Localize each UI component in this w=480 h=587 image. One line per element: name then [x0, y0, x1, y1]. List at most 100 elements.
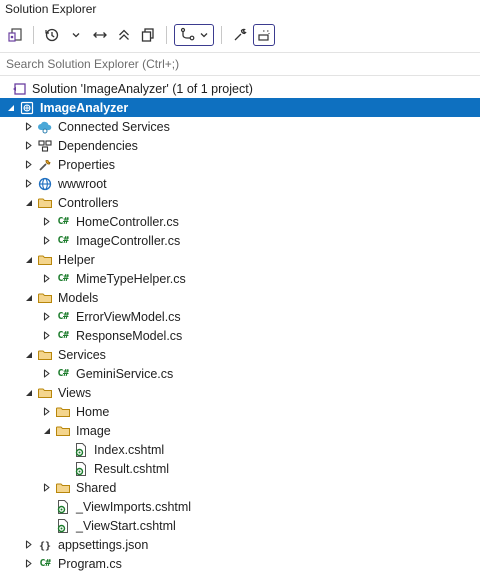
tree-item[interactable]: wwwroot [0, 174, 480, 193]
svg-text:{}: {} [39, 541, 51, 552]
tree-item-label: Shared [76, 480, 117, 495]
solution-explorer-window: Solution Explorer Search Solution Explor… [0, 0, 480, 573]
globe-icon [36, 174, 54, 193]
collapsed-arrow-icon[interactable] [40, 478, 54, 497]
tree-item[interactable]: ImageAnalyzer [0, 98, 480, 117]
collapsed-arrow-icon[interactable] [22, 174, 36, 193]
tree-item[interactable]: Dependencies [0, 136, 480, 155]
collapsed-arrow-icon[interactable] [40, 364, 54, 383]
tree-item[interactable]: C# MimeTypeHelper.cs [0, 269, 480, 288]
tree-item[interactable]: Controllers [0, 193, 480, 212]
search-bar[interactable]: Search Solution Explorer (Ctrl+;) [0, 52, 480, 76]
toolbar-separator [221, 26, 222, 44]
tree-item-label: Dependencies [58, 138, 138, 153]
collapsed-arrow-icon[interactable] [22, 136, 36, 155]
folder-icon [36, 383, 54, 402]
collapsed-arrow-icon[interactable] [40, 269, 54, 288]
tree-item-label: wwwroot [58, 176, 107, 191]
tree-item[interactable]: Views [0, 383, 480, 402]
folder-icon [36, 345, 54, 364]
expanded-arrow-icon[interactable] [40, 421, 54, 440]
chevron-down-icon[interactable] [65, 24, 87, 46]
expanded-arrow-icon[interactable] [22, 383, 36, 402]
expanded-arrow-icon[interactable] [22, 250, 36, 269]
expanded-arrow-icon[interactable] [22, 345, 36, 364]
tree-item-label: Controllers [58, 195, 119, 210]
collapsed-arrow-icon[interactable] [22, 554, 36, 573]
copy-icon[interactable] [137, 24, 159, 46]
tree-item-label: Home [76, 404, 110, 419]
filter-dropdown-button[interactable] [174, 24, 214, 46]
preview-icon[interactable] [253, 24, 275, 46]
tree-item[interactable]: Services [0, 345, 480, 364]
collapsed-arrow-icon[interactable] [40, 307, 54, 326]
tree-item[interactable]: Shared [0, 478, 480, 497]
collapsed-arrow-icon[interactable] [22, 117, 36, 136]
tree-item-label: appsettings.json [58, 537, 149, 552]
tree-item[interactable]: Home [0, 402, 480, 421]
tree-item[interactable]: Models [0, 288, 480, 307]
tree-item-label: Connected Services [58, 119, 170, 134]
csharp-icon: C# [57, 273, 69, 284]
collapsed-arrow-icon[interactable] [40, 231, 54, 250]
no-expander [58, 440, 72, 459]
collapsed-arrow-icon[interactable] [22, 535, 36, 554]
collapsed-arrow-icon[interactable] [40, 326, 54, 345]
csharp-icon: C# [57, 235, 69, 246]
collapsed-arrow-icon[interactable] [40, 212, 54, 231]
tree-item-label: GeminiService.cs [76, 366, 174, 381]
sync-icon[interactable] [89, 24, 111, 46]
tree-item-label: ResponseModel.cs [76, 328, 183, 343]
tree-item-label: Program.cs [58, 556, 122, 571]
toolbar [0, 20, 480, 50]
tree-item[interactable]: Helper [0, 250, 480, 269]
tree-item[interactable]: C# ResponseModel.cs [0, 326, 480, 345]
tree-item[interactable]: Result.cshtml [0, 459, 480, 478]
folder-icon [54, 421, 72, 440]
tree-item[interactable]: Index.cshtml [0, 440, 480, 459]
expanded-arrow-icon[interactable] [22, 288, 36, 307]
expanded-arrow-icon[interactable] [22, 193, 36, 212]
chevron-down-icon [200, 33, 207, 38]
csharp-icon: C# [39, 558, 51, 569]
tree-item[interactable]: _ViewImports.cshtml [0, 497, 480, 516]
tree-item[interactable]: Image [0, 421, 480, 440]
no-expander [58, 459, 72, 478]
search-input[interactable]: Search Solution Explorer (Ctrl+;) [6, 57, 179, 71]
folder-icon [36, 250, 54, 269]
tree-item[interactable]: _ViewStart.cshtml [0, 516, 480, 535]
tree-item[interactable]: {} appsettings.json [0, 535, 480, 554]
tree-item[interactable]: C# ImageController.cs [0, 231, 480, 250]
history-icon[interactable] [41, 24, 63, 46]
tree-item-label: Helper [58, 252, 95, 267]
tree-item[interactable]: C# Program.cs [0, 554, 480, 573]
collapsed-arrow-icon[interactable] [22, 155, 36, 174]
connected-services-icon [36, 117, 54, 136]
tree-item[interactable]: Properties [0, 155, 480, 174]
expanded-arrow-icon[interactable] [4, 98, 18, 117]
tree-item[interactable]: Connected Services [0, 117, 480, 136]
solution-icon [10, 79, 28, 98]
collapsed-arrow-icon[interactable] [40, 402, 54, 421]
folder-icon [36, 288, 54, 307]
tree-item-label: ErrorViewModel.cs [76, 309, 181, 324]
tree-item-label: Solution 'ImageAnalyzer' (1 of 1 project… [32, 81, 253, 96]
folder-icon [54, 402, 72, 421]
tree-item-label: ImageController.cs [76, 233, 181, 248]
tree-item[interactable]: C# GeminiService.cs [0, 364, 480, 383]
no-expander [40, 516, 54, 535]
csharp-icon: C# [57, 216, 69, 227]
collapse-all-icon[interactable] [113, 24, 135, 46]
tree-item-label: _ViewStart.cshtml [76, 518, 176, 533]
window-title: Solution Explorer [5, 2, 97, 16]
tree-item[interactable]: C# ErrorViewModel.cs [0, 307, 480, 326]
tree-item[interactable]: C# HomeController.cs [0, 212, 480, 231]
razor-icon [54, 497, 72, 516]
tree-item-label: Services [58, 347, 106, 362]
toolbar-separator [33, 26, 34, 44]
tree-item[interactable]: Solution 'ImageAnalyzer' (1 of 1 project… [0, 79, 480, 98]
switch-views-icon[interactable] [4, 24, 26, 46]
tree-item-label: Image [76, 423, 111, 438]
tree-item-label: Views [58, 385, 92, 400]
wrench-icon[interactable] [229, 24, 251, 46]
